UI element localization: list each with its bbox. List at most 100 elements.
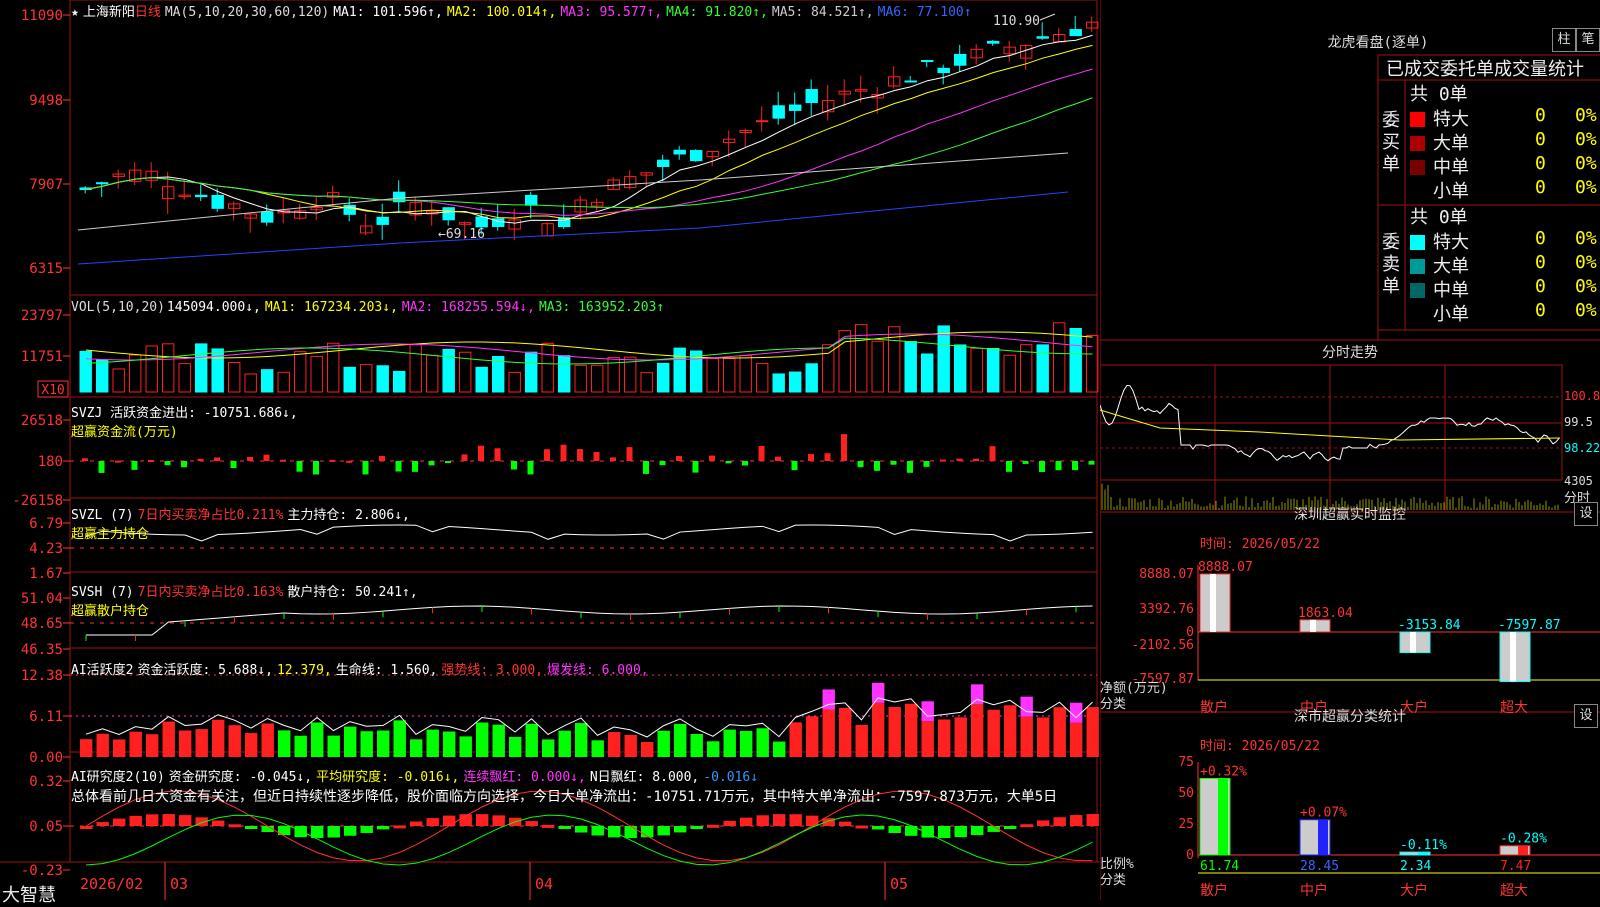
ai1-bar bbox=[261, 723, 274, 757]
ai2-bar bbox=[624, 826, 637, 838]
volume-bar bbox=[921, 353, 934, 393]
svzj-bar bbox=[560, 444, 567, 461]
row-count: 0 bbox=[1535, 252, 1546, 273]
stock-name: 上海新阳 bbox=[82, 5, 135, 20]
ai2-bar bbox=[707, 824, 720, 828]
szs-value-label: 28.45 bbox=[1300, 859, 1339, 874]
ai1-bar bbox=[855, 724, 868, 757]
svzj-bar bbox=[775, 456, 781, 461]
main-chart-area[interactable]: 11090 9498 7907 6315 23797 11751 26518 180 -2615… bbox=[0, 0, 1100, 906]
ai2-research: 资金研究度: -0.045↓, bbox=[168, 770, 313, 785]
bar-mode-button[interactable]: 柱 bbox=[1552, 28, 1576, 52]
szs-value-label: 2.34 bbox=[1400, 859, 1431, 874]
ai2-avg: 平均研究度: -0.016↓, bbox=[316, 770, 460, 785]
ai1-bar bbox=[558, 730, 571, 757]
candle-body bbox=[673, 149, 686, 155]
svsh-ratio: 7日内买卖净占比0.163% bbox=[137, 585, 284, 600]
svzl-axis-tick: 6.79 bbox=[29, 516, 63, 532]
svzj-bar bbox=[610, 457, 616, 461]
volume-bar bbox=[244, 373, 257, 393]
ai1-bar bbox=[707, 741, 720, 757]
sz-monitor-settings-button[interactable]: 设 bbox=[1574, 502, 1598, 526]
candle-body bbox=[657, 159, 670, 168]
ai1-bar bbox=[1037, 717, 1050, 757]
star-icon[interactable]: ★ bbox=[71, 5, 79, 20]
svzl-hold: 主力持仓: 2.806↓, bbox=[287, 508, 410, 523]
sell-row-3: 小单 0 0% bbox=[1410, 300, 1600, 326]
ai2-bar bbox=[806, 815, 819, 826]
szm-axis-tick: 3392.76 bbox=[1139, 602, 1194, 617]
volume-bar bbox=[508, 371, 521, 393]
candle-body bbox=[442, 207, 455, 221]
candle-body bbox=[195, 194, 208, 198]
ai2-bar bbox=[212, 820, 225, 826]
ai1-bar bbox=[888, 707, 901, 757]
ai1-bar bbox=[426, 729, 439, 757]
ai1-bar bbox=[228, 725, 241, 757]
svzj-bar bbox=[907, 461, 913, 473]
kline-chart-svg[interactable]: 11090 9498 7907 6315 23797 11751 26518 180 -2615… bbox=[0, 0, 1100, 900]
ai2-bar bbox=[1086, 814, 1099, 826]
svzj-title: SVZJ 活跃资金进出: -10751.686↓, bbox=[71, 406, 298, 421]
sell-side-label: 委卖单 bbox=[1382, 232, 1400, 297]
ai1-bar bbox=[96, 733, 109, 757]
ai1-bar bbox=[509, 736, 522, 757]
svzl-subtitle: 超赢主力持仓 bbox=[71, 527, 150, 542]
ma-item-2: MA2: 100.014↑, bbox=[446, 5, 557, 20]
volume-bar bbox=[706, 358, 719, 393]
row-pct: 0% bbox=[1575, 228, 1597, 249]
period-label[interactable]: 日线 bbox=[135, 5, 161, 20]
ai1-bar bbox=[789, 722, 802, 757]
svzj-bar bbox=[445, 461, 451, 463]
svzj-bar bbox=[626, 447, 633, 461]
date-label: 2026/02 bbox=[80, 875, 143, 893]
ai1-strong: 强势线: 3.000, bbox=[441, 663, 543, 678]
row-pct: 0% bbox=[1575, 153, 1597, 174]
lhb-tabs[interactable]: 已成交委托单成交量统计 bbox=[1386, 55, 1584, 81]
ai1-bar bbox=[113, 739, 126, 757]
pane-border-0 bbox=[69, 0, 1098, 296]
ai1-bar bbox=[492, 724, 505, 757]
volume-bar bbox=[789, 371, 802, 393]
sz-stats-settings-button[interactable]: 设 bbox=[1574, 704, 1598, 728]
svzj-bar bbox=[1022, 461, 1029, 464]
szs-cat-label: 中户 bbox=[1300, 882, 1328, 899]
szm-axis-tick: 8888.07 bbox=[1139, 567, 1194, 582]
svzj-axis-tick: 26518 bbox=[21, 413, 63, 429]
ai2-bar bbox=[789, 814, 802, 826]
ai2-bar bbox=[228, 824, 241, 828]
ai2-axis-tick: 0.32 bbox=[29, 774, 63, 790]
ai1-bar bbox=[542, 739, 555, 757]
ai1-bar bbox=[179, 730, 192, 757]
ai2-bar bbox=[542, 824, 555, 828]
volume-bar bbox=[739, 355, 752, 393]
svzj-bar bbox=[857, 461, 864, 468]
szs-cat-label: 大户 bbox=[1400, 882, 1428, 899]
svzj-bar bbox=[329, 459, 336, 462]
row-count: 0 bbox=[1535, 228, 1546, 249]
volume-bar bbox=[228, 362, 241, 393]
sell-total: 共 0单 bbox=[1410, 207, 1468, 228]
ai1-bar bbox=[1070, 722, 1083, 757]
svzj-bar bbox=[214, 457, 220, 461]
volume-bar bbox=[178, 363, 191, 393]
svzj-bar bbox=[478, 445, 484, 461]
szm-bar-label: -7597.87 bbox=[1498, 618, 1561, 633]
color-swatch bbox=[1410, 259, 1425, 274]
ai1-bar bbox=[327, 735, 340, 757]
date-label: 05 bbox=[890, 875, 908, 893]
volume-bar bbox=[970, 347, 983, 393]
ai2-bar bbox=[855, 825, 868, 829]
svzj-bar bbox=[461, 454, 468, 461]
szs-cat-label: 散户 bbox=[1200, 882, 1228, 899]
row-count: 0 bbox=[1535, 129, 1546, 150]
ai1-header: AI活跃度2 资金活跃度: 5.688↓, 12.379, 生命线: 1.560, 强势… bbox=[71, 659, 653, 678]
svzj-bar bbox=[346, 460, 352, 463]
tick-mode-button[interactable]: 笔 bbox=[1576, 28, 1600, 52]
ai1-bar bbox=[360, 731, 373, 757]
ai2-bar bbox=[575, 826, 588, 833]
ai1-bar bbox=[377, 730, 390, 757]
ai1-bar bbox=[294, 735, 307, 757]
volume-bar bbox=[558, 355, 571, 393]
svzj-group bbox=[82, 434, 1095, 475]
